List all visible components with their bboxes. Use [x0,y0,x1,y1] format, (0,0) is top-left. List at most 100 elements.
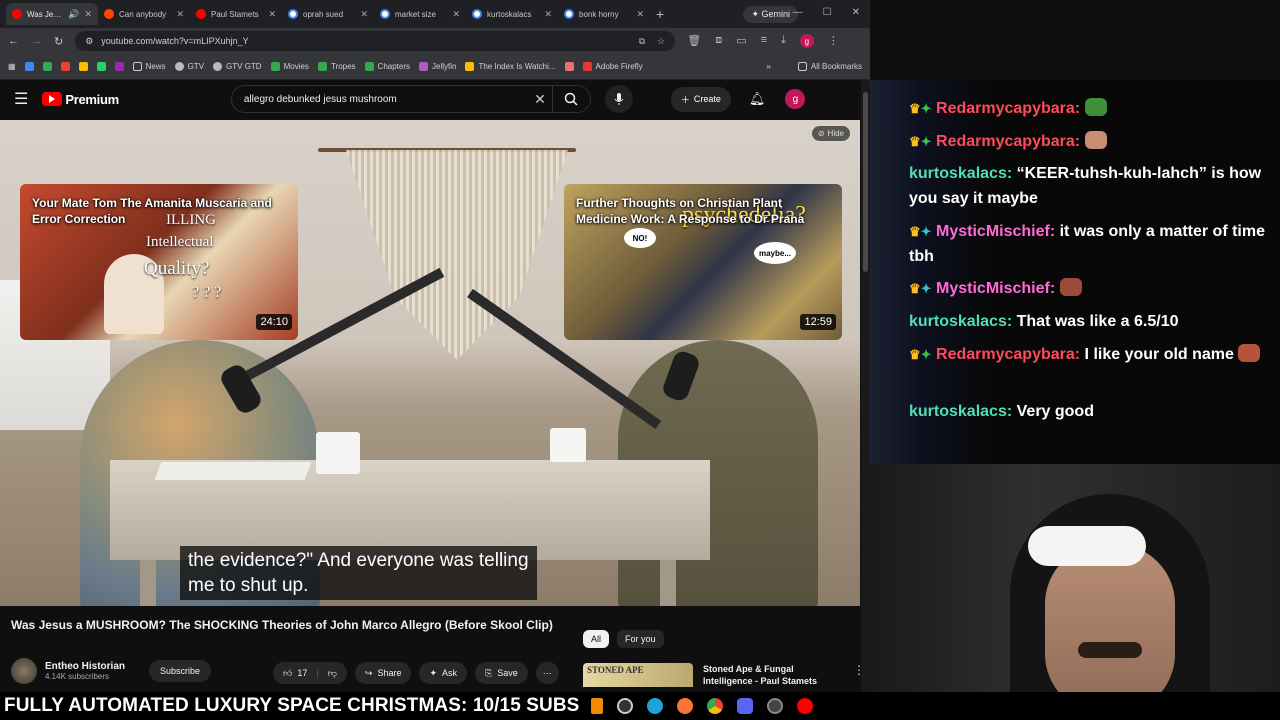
extensions-icon[interactable]: ⧈ [715,34,722,48]
chrome-icon[interactable] [707,698,724,714]
bookmark-gtv-gtd[interactable]: GTV GTD [213,62,262,71]
thumbs-down-icon[interactable]: 👎︎ [328,668,337,679]
download-icon[interactable]: ⤓ [781,34,786,48]
account-avatar[interactable]: g [785,89,806,109]
gemini-button[interactable]: ✦ Gemini [743,5,798,23]
bookmark-favicon[interactable] [114,62,124,71]
minimize-icon[interactable]: — [793,7,803,18]
channel-avatar[interactable] [11,658,37,684]
chat-username: kurtoskalacs: [909,403,1013,420]
bookmark-movies[interactable]: Movies [270,62,309,71]
search-button[interactable] [551,86,590,112]
back-icon[interactable]: ← [8,35,19,47]
bookmarks-overflow-icon[interactable]: » [766,62,770,71]
menu-dots-icon[interactable]: ⋮ [828,34,839,48]
chat-message: kurtoskalacs: Very good [909,399,1269,424]
close-icon[interactable]: ✕ [360,9,368,20]
recommended-video[interactable]: STONED APE Stoned Ape & Fungal Intellige… [583,663,865,687]
bookmark-label: News [145,62,166,71]
close-icon[interactable]: ✕ [268,9,276,20]
clear-search-icon[interactable]: ✕ [534,91,546,108]
bookmark-favicon[interactable] [60,62,70,71]
cast-icon[interactable]: ▭ [736,34,746,48]
create-button[interactable]: ＋ Create [670,86,731,112]
bookmark-icon: ⎘ [485,667,493,678]
site-info-icon[interactable]: ⚙ [85,36,93,47]
bookmark-favicon[interactable] [24,62,34,71]
close-icon[interactable]: ✕ [544,9,552,20]
scrollbar-thumb[interactable] [863,92,868,272]
tab-kurtoskalacs[interactable]: kurtoskalacs ✕ [466,3,558,25]
tab-can-anybody[interactable]: Can anybody ✕ [98,3,190,25]
pepe-emote-icon [1084,98,1107,116]
discord-icon[interactable] [737,698,754,714]
vlc-icon[interactable] [591,698,604,714]
bookmark-favicon[interactable] [42,62,52,71]
chat-message: kurtoskalacs: “KEER-tuhsh-kuh-lahch” is … [909,161,1269,211]
app-icon[interactable] [767,698,784,714]
share-button[interactable]: ↪ Share [354,662,412,684]
obs-icon[interactable] [617,698,634,714]
forward-icon[interactable]: → [31,35,42,47]
bookmark-tropes[interactable]: Tropes [317,62,356,71]
hamburger-menu-icon[interactable]: ☰ [14,89,28,109]
new-tab-button[interactable]: + [656,6,664,22]
page-scrollbar[interactable] [861,80,870,692]
youtube-music-icon[interactable] [797,698,814,714]
endcard-video-left[interactable]: ILLING Intellectual Quality? ? ? ? Your … [20,184,298,340]
tab-paul-stamets[interactable]: Paul Stamets ✕ [190,3,282,25]
hide-endcards-button[interactable]: ⊘ Hide [811,126,850,141]
google-icon [288,9,298,19]
caption-line: the evidence?" And everyone was telling [188,550,529,571]
like-button[interactable]: 👍︎ 17 | 👎︎ [273,662,347,684]
youtube-logo[interactable]: Premium [42,92,119,107]
profile-avatar[interactable]: g [799,34,814,48]
subscribe-button[interactable]: Subscribe [149,660,212,682]
tab-bonk-horny[interactable]: bonk horny ✕ [558,3,650,25]
close-icon[interactable]: ✕ [636,9,644,20]
search-input[interactable]: allegro debunked jesus mushroom ✕ [230,85,591,113]
notifications-bell-icon[interactable]: 🔔︎ [749,91,766,107]
more-actions-button[interactable]: ⋯ [535,662,559,684]
bookmark-adobe-firefly[interactable]: Adobe Firefly [582,62,643,71]
filter-for-you[interactable]: For you [617,630,664,648]
install-icon[interactable]: ⧉ [639,36,645,47]
url-field[interactable]: ⚙ youtube.com/watch?v=mLIPXuhjn_Y ⧉ ☆ [75,31,676,51]
video-player[interactable]: ⊘ Hide ILLING Intellectual Quality? ? ? … [0,120,860,606]
edge-icon[interactable] [647,698,664,714]
tab-market-size[interactable]: market size ✕ [374,3,466,25]
endcard-video-right[interactable]: psychedelia? NO! maybe... Further Though… [564,184,842,340]
speaker-icon[interactable]: 🔊 [68,9,79,20]
close-window-icon[interactable]: ✕ [852,7,860,18]
firefox-icon[interactable] [677,698,694,714]
save-button[interactable]: ⎘ Save [475,662,528,684]
bookmark-index[interactable]: The Index Is Watchi... [465,62,556,71]
trash-icon[interactable]: 🗑 [687,34,701,48]
gemini-label: Gemini [761,8,790,19]
voice-search-button[interactable] [604,85,633,113]
filter-all[interactable]: All [583,630,610,648]
close-icon[interactable]: ✕ [84,9,92,20]
bookmark-favicon[interactable] [564,62,574,71]
reading-list-icon[interactable]: ≡ [761,34,767,48]
bookmark-jellyfin[interactable]: Jellyfin [419,62,456,71]
bookmark-chapters[interactable]: Chapters [364,62,410,71]
maximize-icon[interactable]: ☐ [823,7,832,18]
reload-icon[interactable]: ↻ [54,35,63,48]
close-icon[interactable]: ✕ [452,9,460,20]
tab-was-jesus[interactable]: Was Jesus 🔊 ✕ [6,3,98,25]
screen: Was Jesus 🔊 ✕ Can anybody ✕ Paul Stamets… [0,0,1280,720]
channel-name[interactable]: Entheo Historian [45,661,125,672]
star-icon[interactable]: ☆ [657,36,665,47]
ask-button[interactable]: ✦ Ask [419,662,468,684]
bookmark-gtv[interactable]: GTV [174,62,204,71]
all-bookmarks[interactable]: All Bookmarks [797,62,862,71]
google-icon [380,9,390,19]
tab-oprah-sued[interactable]: oprah sued ✕ [282,3,374,25]
apps-icon[interactable]: ▦ [8,62,16,71]
bookmark-news[interactable]: News [132,62,166,71]
close-icon[interactable]: ✕ [176,9,184,20]
adobe-icon [582,62,592,71]
bookmark-favicon[interactable] [78,62,88,71]
bookmark-favicon[interactable] [96,62,106,71]
